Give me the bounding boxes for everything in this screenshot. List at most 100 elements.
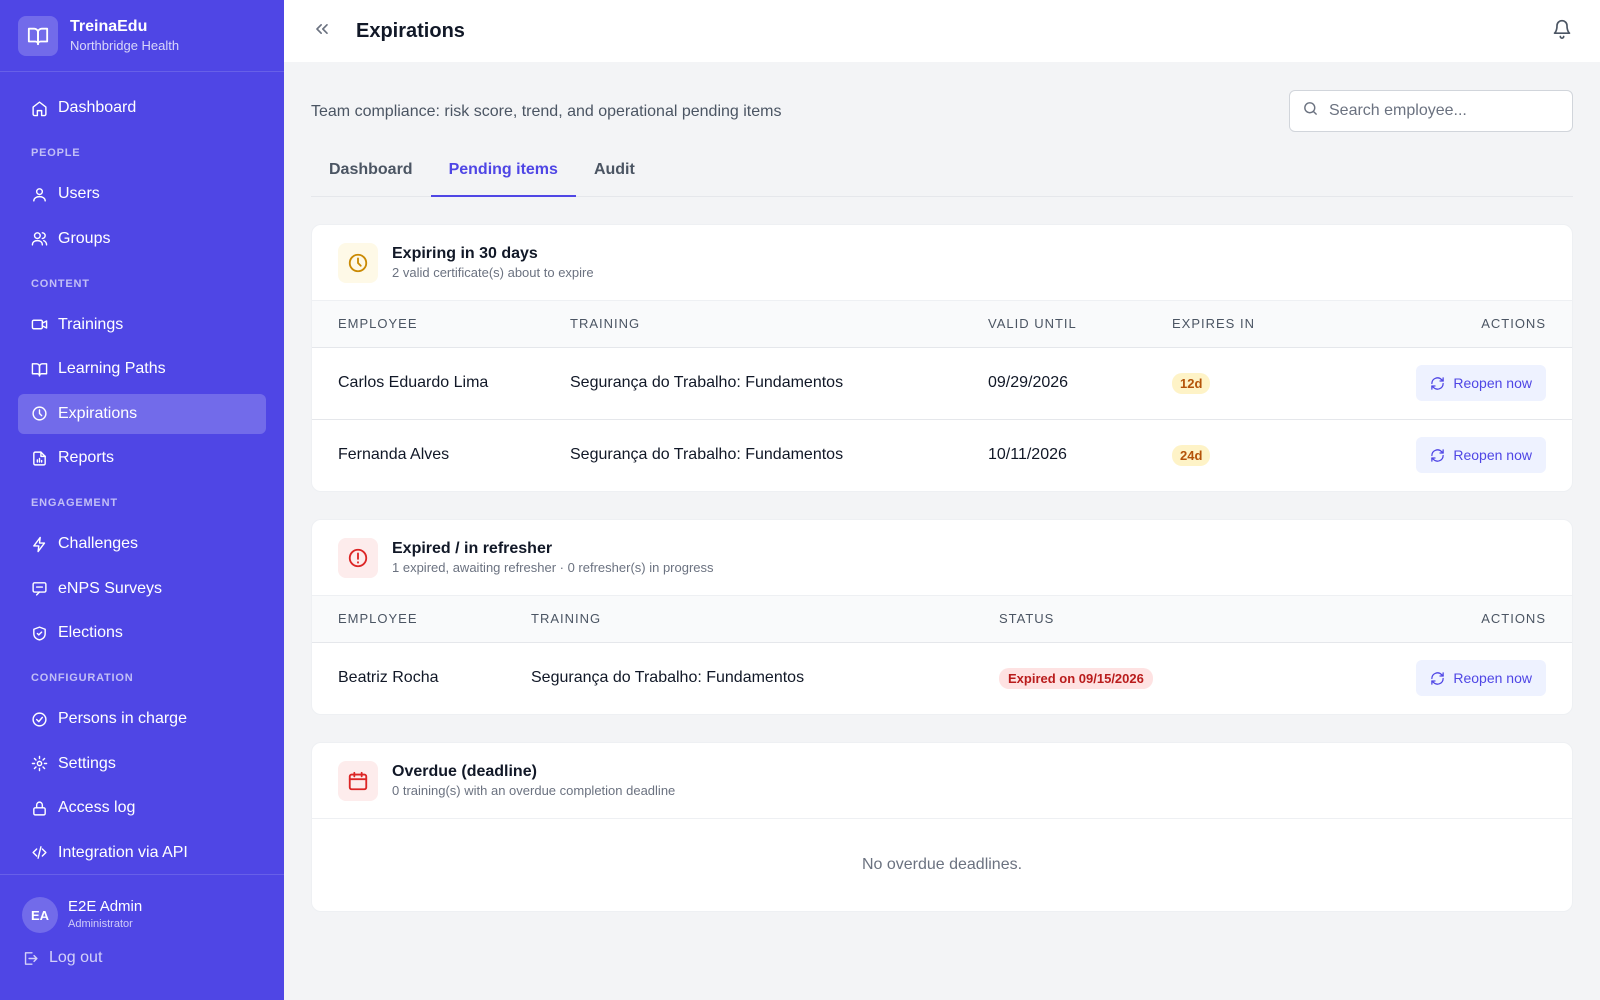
card-subtitle: 2 valid certificate(s) about to expire xyxy=(392,264,594,280)
refresh-icon xyxy=(1430,448,1445,463)
table-row: Fernanda Alves Segurança do Trabalho: Fu… xyxy=(312,419,1572,491)
bell-icon xyxy=(1552,19,1572,44)
clock-icon xyxy=(30,405,48,423)
card-subtitle: 0 training(s) with an overdue completion… xyxy=(392,782,676,798)
column-header: VALID UNTIL xyxy=(988,301,1172,348)
column-header: ACTIONS xyxy=(1311,301,1572,348)
shield-icon xyxy=(30,624,48,642)
gear-icon xyxy=(30,755,48,773)
sidebar-item-enps[interactable]: eNPS Surveys xyxy=(18,569,266,609)
card-title: Expiring in 30 days xyxy=(392,244,538,262)
tab-dashboard[interactable]: Dashboard xyxy=(311,160,431,197)
content: Team compliance: risk score, trend, and … xyxy=(284,62,1600,912)
status-cell: Expired on 09/15/2026 xyxy=(999,642,1284,714)
avatar: EA xyxy=(22,897,58,933)
empty-state: No overdue deadlines. xyxy=(861,856,1023,873)
code-icon xyxy=(30,844,48,862)
card-title: Overdue (deadline) xyxy=(392,762,537,780)
home-icon xyxy=(30,99,48,117)
column-header: ACTIONS xyxy=(1283,596,1572,643)
table-row: Carlos Eduardo Lima Segurança do Trabalh… xyxy=(312,347,1572,420)
logout-icon xyxy=(22,950,39,967)
collapse-sidebar-button[interactable] xyxy=(310,19,334,43)
reopen-label: Reopen now xyxy=(1453,375,1532,391)
refresh-icon xyxy=(1430,671,1445,686)
sidebar-item-label: Learning Paths xyxy=(58,360,166,377)
search-input[interactable] xyxy=(1329,102,1559,120)
tab-pending-items[interactable]: Pending items xyxy=(430,160,576,197)
book-open-icon xyxy=(18,15,58,56)
users-icon xyxy=(30,230,48,248)
nav-section-content: CONTENT xyxy=(31,277,90,290)
actions-cell: Reopen now xyxy=(1311,419,1572,491)
sidebar-item-expirations[interactable]: Expirations xyxy=(18,393,266,434)
sidebar-item-label: Challenges xyxy=(58,535,139,552)
sidebar-item-elections[interactable]: Elections xyxy=(18,613,266,653)
sidebar-item-challenges[interactable]: Challenges xyxy=(18,524,266,564)
sidebar-item-groups[interactable]: Groups xyxy=(18,219,266,259)
brand-org: Northbridge Health xyxy=(70,37,180,53)
expires-in-badge: 12d xyxy=(1172,372,1211,394)
sidebar-item-dashboard[interactable]: Dashboard xyxy=(18,88,266,128)
expiring-table: EMPLOYEE TRAINING VALID UNTIL EXPIRES IN… xyxy=(312,301,1572,491)
main: Expirations Team compliance: risk score,… xyxy=(284,0,1600,1000)
search-icon xyxy=(1302,100,1319,122)
sidebar: TreinaEdu Northbridge Health Dashboard P… xyxy=(0,0,284,1000)
training-cell: Segurança do Trabalho: Fundamentos xyxy=(570,347,988,420)
sidebar-footer: EA E2E Admin Administrator Log out xyxy=(0,874,284,1000)
nav-section-configuration: CONFIGURATION xyxy=(31,672,134,684)
zap-icon xyxy=(30,535,48,553)
logout-label: Log out xyxy=(49,949,103,966)
user-role: Administrator xyxy=(68,918,133,930)
sidebar-item-label: Settings xyxy=(58,754,116,772)
sidebar-item-access-log[interactable]: Access log xyxy=(18,788,266,828)
user-name: E2E Admin xyxy=(68,898,143,915)
sidebar-item-persons-in-charge[interactable]: Persons in charge xyxy=(18,699,266,739)
check-circle-icon xyxy=(30,710,48,728)
sidebar-item-integration[interactable]: Integration via API xyxy=(18,833,266,873)
reopen-button[interactable]: Reopen now xyxy=(1416,660,1546,697)
table-row: Beatriz Rocha Segurança do Trabalho: Fun… xyxy=(312,642,1572,714)
card-header: Expiring in 30 days 2 valid certificate(… xyxy=(312,225,1572,301)
intro-row: Team compliance: risk score, trend, and … xyxy=(311,62,1573,160)
sidebar-item-learning-paths[interactable]: Learning Paths xyxy=(18,349,266,389)
sidebar-item-label: Integration via API xyxy=(58,843,188,861)
overdue-card: Overdue (deadline) 0 training(s) with an… xyxy=(311,742,1573,912)
sidebar-item-settings[interactable]: Settings xyxy=(18,744,266,784)
card-title: Expired / in refresher xyxy=(392,539,553,557)
expired-table: EMPLOYEE TRAINING STATUS ACTIONS Beatriz… xyxy=(312,596,1572,714)
video-icon xyxy=(30,316,48,334)
column-header: EMPLOYEE xyxy=(312,596,531,643)
column-header: TRAINING xyxy=(531,596,999,643)
expires-in-cell: 24d xyxy=(1172,419,1311,491)
sidebar-item-trainings[interactable]: Trainings xyxy=(18,305,266,345)
status-badge: Expired on 09/15/2026 xyxy=(999,667,1153,689)
reopen-button[interactable]: Reopen now xyxy=(1416,365,1546,401)
reopen-button[interactable]: Reopen now xyxy=(1416,437,1546,474)
message-icon xyxy=(30,580,48,598)
sidebar-item-label: eNPS Surveys xyxy=(58,579,163,597)
sidebar-item-label: Access log xyxy=(58,799,136,816)
notifications-button[interactable] xyxy=(1550,19,1574,43)
table-header-row: EMPLOYEE TRAINING VALID UNTIL EXPIRES IN… xyxy=(312,301,1572,348)
map-icon xyxy=(30,360,48,378)
user-profile[interactable]: EA E2E Admin Administrator xyxy=(0,875,284,933)
tab-audit[interactable]: Audit xyxy=(576,160,653,197)
logout-button[interactable]: Log out xyxy=(0,949,284,967)
nav-section-people: PEOPLE xyxy=(31,147,81,159)
column-header: STATUS xyxy=(999,596,1284,643)
page-description: Team compliance: risk score, trend, and … xyxy=(311,103,782,120)
table-header-row: EMPLOYEE TRAINING STATUS ACTIONS xyxy=(312,596,1572,643)
calendar-icon xyxy=(338,760,378,801)
expires-in-badge: 24d xyxy=(1172,444,1211,466)
chevrons-left-icon xyxy=(312,19,332,44)
sidebar-item-label: Users xyxy=(58,185,100,202)
expired-card: Expired / in refresher 1 expired, awaiti… xyxy=(311,519,1573,715)
card-header: Overdue (deadline) 0 training(s) with an… xyxy=(312,743,1572,819)
column-header: EXPIRES IN xyxy=(1172,301,1312,348)
training-cell: Segurança do Trabalho: Fundamentos xyxy=(570,446,844,464)
search-box xyxy=(1289,90,1573,132)
sidebar-item-users[interactable]: Users xyxy=(18,174,266,214)
actions-cell: Reopen now xyxy=(1284,642,1572,714)
sidebar-item-reports[interactable]: Reports xyxy=(18,438,266,478)
